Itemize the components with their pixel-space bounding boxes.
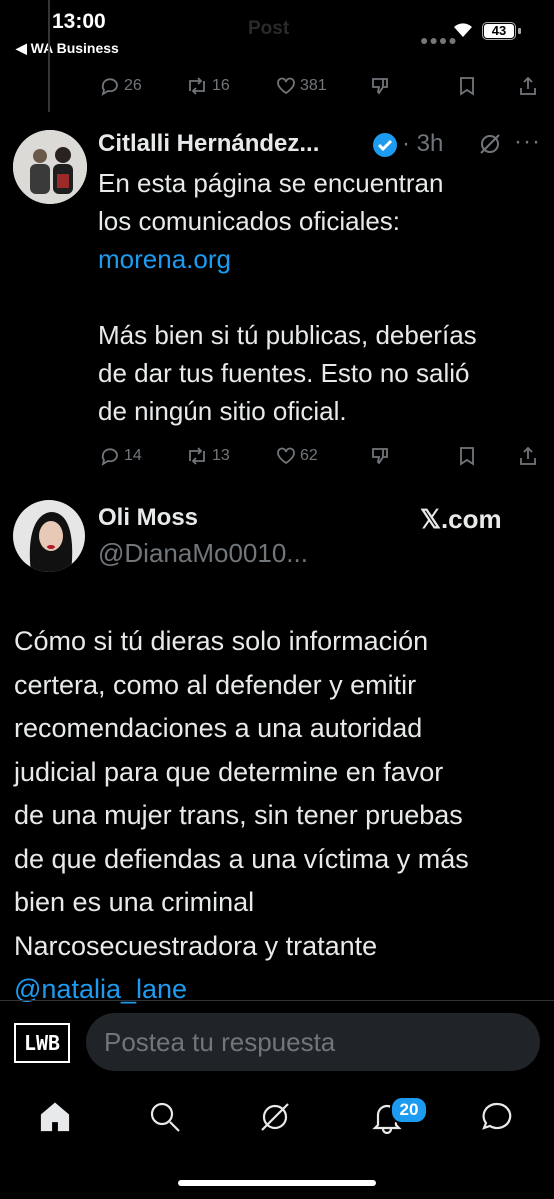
repost-action[interactable]: 13: [186, 446, 230, 466]
share-icon: [520, 76, 536, 95]
like-action[interactable]: 62: [276, 446, 318, 466]
quoted-source: 𝕏.com: [420, 504, 502, 534]
avatar-photo: [13, 130, 87, 204]
bookmark-icon: [460, 77, 474, 96]
home-icon[interactable]: [38, 1100, 72, 1139]
like-count: 62: [300, 447, 318, 464]
quoted-text-line: certera, como al defender y emitir: [14, 669, 417, 700]
quoted-text-line: Narcosecuestradora y tratante: [14, 930, 378, 961]
reply-action[interactable]: 26: [100, 76, 142, 96]
repost-icon: [189, 77, 205, 95]
quoted-text-line: de una mujer trans, sin tener pruebas: [14, 800, 463, 830]
grok-icon[interactable]: [258, 1100, 292, 1139]
share-icon: [520, 446, 536, 465]
thumbs-down-icon: [372, 448, 388, 465]
grok-icon[interactable]: [478, 132, 502, 161]
repost-count: 16: [212, 77, 230, 94]
header-title: Post: [248, 18, 290, 39]
battery-tip: [518, 28, 521, 34]
bookmark-icon: [460, 447, 474, 466]
quoted-text-line: de que defiendas a una víctima y más: [14, 843, 469, 874]
wifi-icon: [452, 22, 474, 43]
repost-action[interactable]: 16: [186, 76, 230, 96]
reply-count: 26: [124, 77, 142, 94]
post-time[interactable]: · 3h: [402, 130, 443, 158]
home-indicator: [178, 1180, 376, 1186]
thumbs-down-icon: [372, 78, 388, 95]
quoted-author-name[interactable]: Oli Moss: [98, 504, 198, 532]
quoted-text: Cómo si tú dieras solo información certe…: [14, 620, 544, 1012]
quoted-text-line: bien es una criminal: [14, 887, 255, 917]
share-action[interactable]: [518, 76, 538, 96]
downvote-action[interactable]: [370, 76, 390, 96]
reply-bar-divider: [0, 1000, 554, 1001]
notifications-badge: 20: [390, 1096, 428, 1124]
thread-line: [48, 0, 50, 112]
post-text-line: de dar tus fuentes. Esto no salió: [98, 358, 470, 388]
user-avatar-logo[interactable]: LWB: [14, 1023, 70, 1063]
reply-icon: [101, 78, 118, 96]
avatar-photo: [13, 500, 85, 572]
post-text: En esta página se encuentran los comunic…: [98, 164, 538, 430]
heart-icon: [277, 77, 295, 95]
reply-input[interactable]: Postea tu respuesta: [86, 1013, 540, 1071]
quoted-text-line: judicial para que determine en favor: [14, 756, 444, 787]
like-action[interactable]: 381: [276, 76, 327, 96]
quoted-text-line: Cómo si tú dieras solo información: [14, 626, 429, 656]
verified-badge-icon: [371, 131, 399, 164]
avatar[interactable]: [13, 130, 87, 204]
more-options-icon[interactable]: ···: [514, 128, 541, 156]
post-author-name[interactable]: Citlalli Hernández...: [98, 130, 319, 158]
downvote-action[interactable]: [370, 446, 390, 466]
post-link[interactable]: morena.org: [98, 240, 538, 278]
post-text-line: de ningún sitio oficial.: [98, 396, 347, 426]
status-time: 13:00: [52, 10, 106, 33]
like-count: 381: [300, 77, 327, 94]
quoted-text-line: recomendaciones a una autoridad: [14, 713, 423, 743]
repost-icon: [189, 447, 205, 465]
post-text-line: Más bien si tú publicas, deberías: [98, 320, 477, 350]
repost-count: 13: [212, 447, 230, 464]
post-text-line: En esta página se encuentran: [98, 168, 444, 198]
quoted-handle[interactable]: @DianaMo0010...: [98, 538, 308, 569]
heart-icon: [277, 447, 295, 465]
back-to-app-link[interactable]: ◀ WA Business: [16, 40, 119, 57]
battery-icon: 43: [482, 22, 516, 40]
avatar[interactable]: [13, 500, 85, 572]
reply-icon: [101, 448, 118, 466]
bookmark-action[interactable]: [458, 446, 476, 466]
reply-count: 14: [124, 447, 142, 464]
mention-link[interactable]: @natalia_lane: [14, 968, 544, 1012]
share-action[interactable]: [518, 446, 538, 466]
post-text-line: los comunicados oficiales:: [98, 206, 401, 236]
search-icon[interactable]: [148, 1100, 182, 1139]
reply-action[interactable]: 14: [100, 446, 142, 466]
bookmark-action[interactable]: [458, 76, 476, 96]
messages-icon[interactable]: [480, 1100, 514, 1139]
